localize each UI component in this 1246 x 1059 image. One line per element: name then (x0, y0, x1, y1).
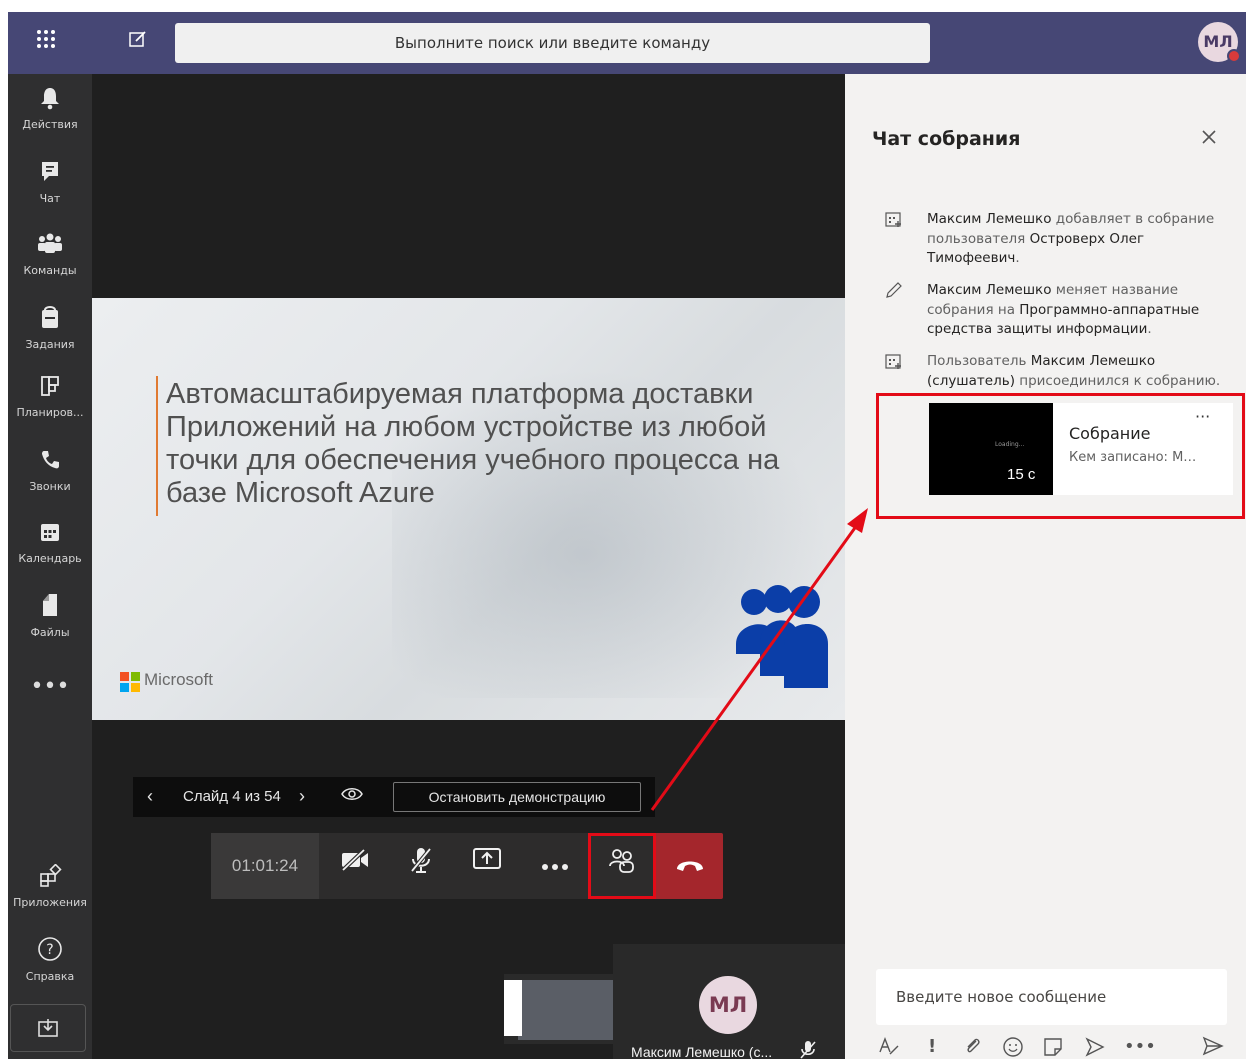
message-compose-box[interactable]: Введите новое сообщение (876, 969, 1227, 1025)
search-input[interactable]: Выполните поиск или введите команду (175, 23, 930, 63)
chat-icon (8, 160, 92, 192)
phone-icon (8, 448, 92, 480)
slide-brand: Microsoft (144, 670, 213, 689)
chat-event-text: Максим Лемешко добавляет в собрание поль… (927, 211, 1215, 266)
shared-screen-thumbnail[interactable] (504, 974, 614, 1044)
compose-icon[interactable] (124, 28, 152, 56)
assignments-icon (8, 304, 92, 338)
format-icon[interactable] (878, 1036, 900, 1059)
rail-label: Команды (23, 264, 77, 277)
self-video-tile: МЛ Максим Лемешко (с... (613, 944, 845, 1059)
microsoft-logo-icon (120, 672, 140, 692)
more-apps-button[interactable]: ••• (8, 674, 92, 699)
chat-event-text: Пользователь Максим Лемешко (слушатель) … (927, 353, 1221, 389)
call-timer: 01:01:24 (211, 833, 319, 899)
sticker-icon[interactable] (1042, 1036, 1064, 1059)
bell-icon (8, 86, 92, 118)
highlight-box (588, 833, 656, 899)
chat-event-text: Максим Лемешко меняет название собрания … (927, 282, 1200, 337)
call-controls-bar: 01:01:24 (211, 833, 723, 899)
apps-icon (8, 863, 92, 896)
more-options-icon[interactable]: ••• (1124, 1036, 1156, 1057)
close-icon[interactable] (1201, 126, 1217, 151)
slide-title: Автомасштабируемая платформа доставки Пр… (166, 378, 780, 509)
next-slide-button[interactable]: › (299, 786, 305, 807)
important-icon[interactable]: ! (928, 1036, 936, 1057)
accent-bar (156, 376, 158, 516)
avatar-initials: МЛ (1203, 32, 1233, 51)
calendar-icon (8, 520, 92, 552)
rail-item-calendar[interactable]: Календарь (8, 520, 92, 584)
meeting-chat-panel: Чат собрания Максим Лемешко добавляет в … (845, 74, 1246, 1059)
add-person-icon (885, 352, 909, 374)
help-icon: ? (8, 936, 92, 970)
send-icon[interactable] (1202, 1036, 1224, 1059)
thumbnail-panel (504, 980, 522, 1036)
rail-item-chat[interactable]: Чат (8, 160, 92, 224)
rail-label: Планиров... (16, 406, 84, 419)
self-avatar: МЛ (699, 976, 757, 1034)
people-group-icon (736, 585, 828, 688)
hang-up-icon (676, 861, 703, 871)
stop-presenting-button[interactable]: Остановить демонстрацию (393, 782, 641, 812)
rail-label: Файлы (30, 626, 70, 639)
share-screen-icon[interactable] (467, 846, 507, 886)
rail-label: Справка (25, 970, 75, 983)
download-icon[interactable] (10, 1004, 86, 1052)
compose-toolbar: ! ••• (876, 1036, 1226, 1059)
add-person-icon (885, 210, 909, 232)
rail-label: Приложения (13, 896, 87, 909)
eye-icon[interactable] (341, 786, 363, 807)
planner-icon (8, 374, 92, 406)
svg-text:?: ? (46, 942, 53, 958)
attach-icon[interactable] (964, 1036, 982, 1059)
teams-icon (8, 232, 92, 264)
rail-item-teams[interactable]: Команды (8, 232, 92, 296)
previous-slide-button[interactable]: ‹ (147, 786, 153, 807)
slide-navigation-bar: ‹ Слайд 4 из 54 › Остановить демонстраци… (133, 777, 655, 817)
meet-now-icon[interactable] (1084, 1036, 1106, 1059)
rail-label: Действия (22, 118, 78, 131)
thumbnail-screen (518, 980, 614, 1040)
rail-label: Календарь (18, 552, 82, 565)
rail-item-calls[interactable]: Звонки (8, 448, 92, 512)
camera-off-icon[interactable] (335, 846, 375, 886)
emoji-icon[interactable] (1002, 1036, 1024, 1059)
presentation-slide: Автомасштабируемая платформа доставки Пр… (92, 298, 845, 720)
hang-up-button[interactable] (656, 833, 723, 899)
rail-item-files[interactable]: Файлы (8, 592, 92, 656)
top-bar: Выполните поиск или введите команду МЛ (8, 12, 1246, 74)
rail-item-activity[interactable]: Действия (8, 86, 92, 150)
more-options-icon[interactable] (535, 846, 575, 886)
mic-off-icon[interactable] (401, 846, 441, 886)
mic-muted-icon (799, 1040, 817, 1059)
self-name: Максим Лемешко (с... (631, 1044, 773, 1059)
rail-label: Чат (39, 192, 61, 205)
grid-icon[interactable] (32, 28, 60, 56)
rail-label: Звонки (29, 480, 71, 493)
meeting-stage: Автомасштабируемая платформа доставки Пр… (92, 74, 845, 1059)
user-avatar[interactable]: МЛ (1198, 22, 1241, 63)
status-dot (1227, 49, 1241, 63)
rail-item-planner[interactable]: Планиров... (8, 374, 92, 438)
rail-item-apps[interactable]: Приложения (8, 863, 92, 928)
app-rail: Действия Чат Команды Задания Планиров...… (8, 74, 92, 1059)
rail-label: Задания (25, 338, 75, 351)
rail-item-assignments[interactable]: Задания (8, 304, 92, 368)
files-icon (8, 592, 92, 626)
compose-placeholder: Введите новое сообщение (896, 988, 1107, 1006)
highlight-box (876, 393, 1245, 519)
rail-item-help[interactable]: ? Справка (8, 936, 92, 1000)
slide-counter: Слайд 4 из 54 (183, 788, 281, 805)
chat-title: Чат собрания (872, 128, 1021, 150)
pencil-icon (885, 281, 909, 303)
